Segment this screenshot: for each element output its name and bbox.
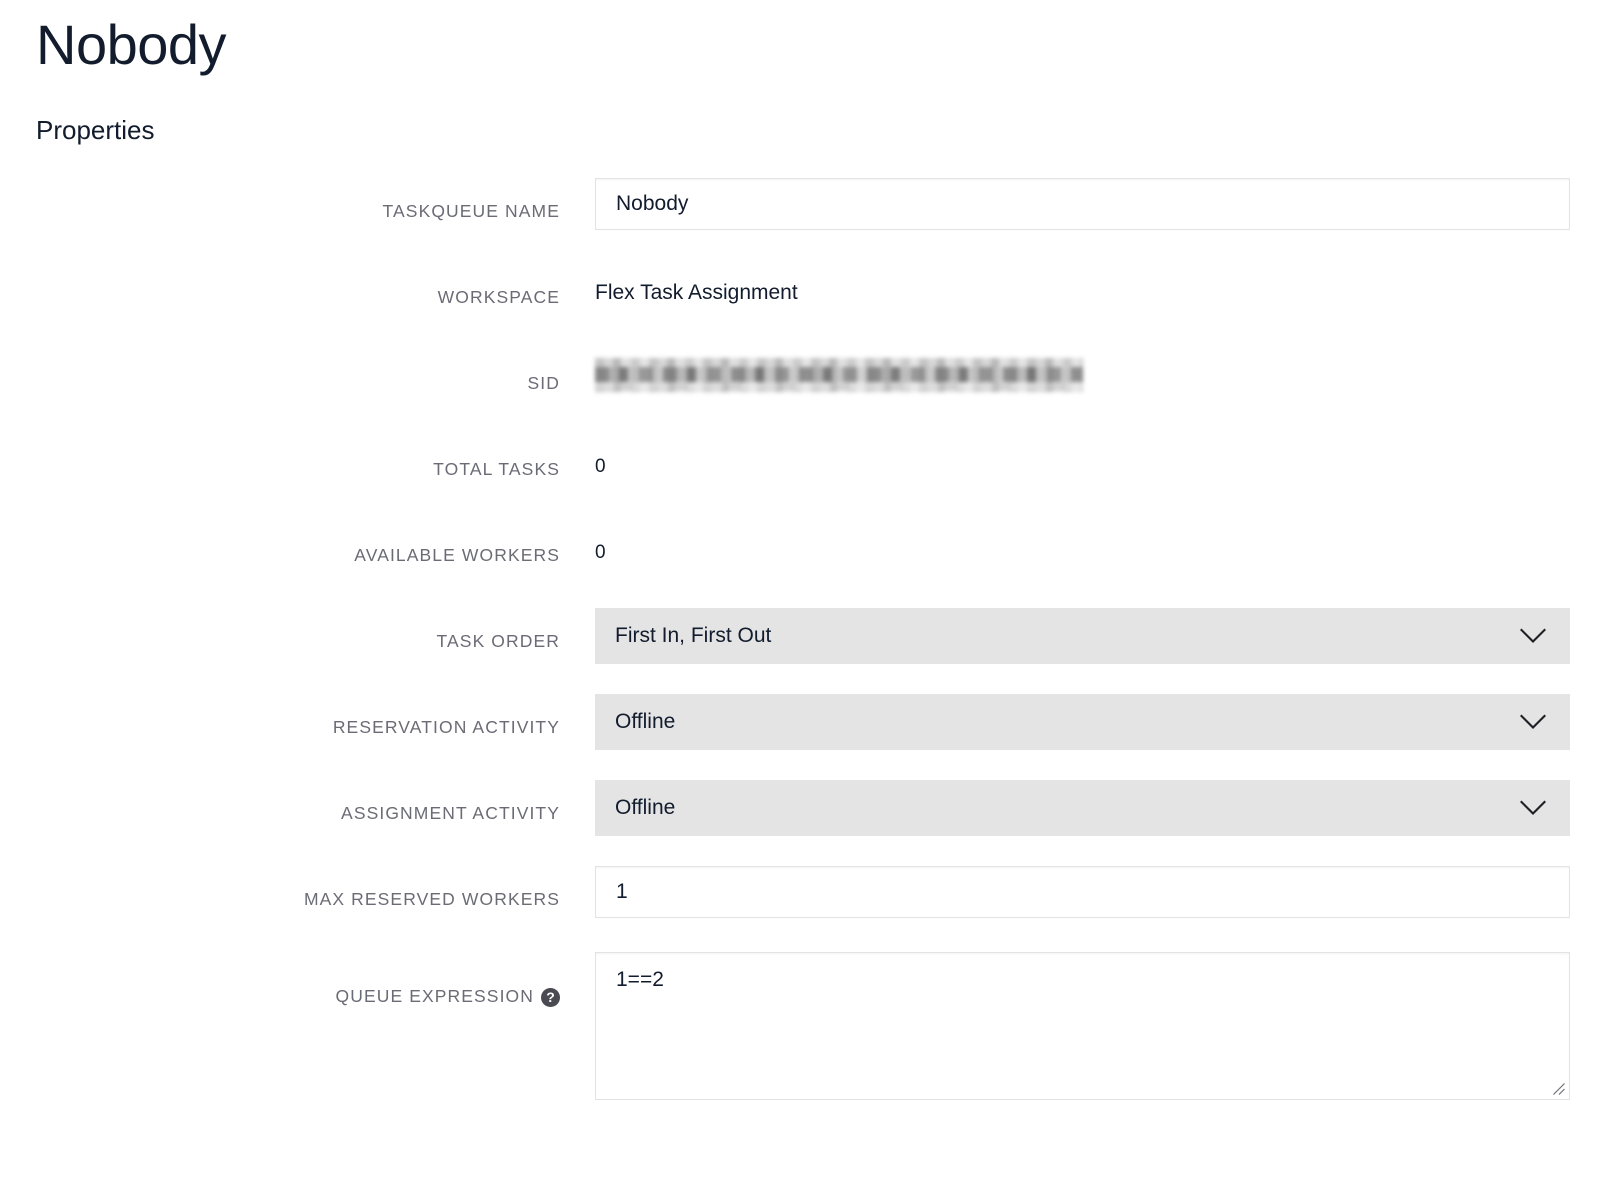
queue-expression-textarea[interactable]: 1==2 — [595, 952, 1570, 1100]
queue-expression-label-text: QUEUE EXPRESSION — [335, 985, 534, 1006]
label-max-reserved-workers: MAX RESERVED WORKERS — [303, 889, 560, 909]
task-order-selected-value: First In, First Out — [615, 624, 772, 647]
label-assignment-activity: ASSIGNMENT ACTIVITY — [341, 803, 560, 823]
reservation-activity-select-wrap: Offline — [595, 694, 1570, 750]
label-taskqueue-name: TASKQUEUE NAME — [382, 201, 560, 221]
help-circle-icon[interactable]: ? — [541, 988, 560, 1007]
label-task-order: TASK ORDER — [436, 631, 560, 651]
field-row-assignment-activity: ASSIGNMENT ACTIVITY Offline — [0, 780, 1608, 866]
field-assignment-activity: Offline — [560, 780, 1608, 836]
field-row-available-workers: AVAILABLE WORKERS 0 — [0, 522, 1608, 608]
page-title: Nobody — [36, 13, 227, 76]
label-queue-expression: QUEUE EXPRESSION ? — [0, 985, 560, 1007]
resize-handle-icon[interactable] — [1551, 1081, 1567, 1097]
label-available-workers: AVAILABLE WORKERS — [354, 545, 560, 565]
label-reservation-activity: RESERVATION ACTIVITY — [332, 717, 560, 737]
field-reservation-activity: Offline — [560, 694, 1608, 750]
label-sid: SID — [527, 373, 560, 393]
field-workspace: Flex Task Assignment — [560, 264, 1608, 303]
field-task-order: First In, First Out — [560, 608, 1608, 664]
task-order-select[interactable]: First In, First Out — [595, 608, 1570, 664]
field-sid — [560, 350, 1608, 392]
taskqueue-properties-page: Nobody Properties TASKQUEUE NAME WORKSPA… — [0, 0, 1608, 1184]
max-reserved-workers-input[interactable] — [595, 866, 1570, 918]
field-row-sid: SID — [0, 350, 1608, 436]
label-total-tasks: TOTAL TASKS — [433, 459, 560, 479]
field-row-max-reserved-workers: MAX RESERVED WORKERS — [0, 866, 1608, 952]
field-row-task-order: TASK ORDER First In, First Out — [0, 608, 1608, 694]
field-row-queue-expression: QUEUE EXPRESSION ? 1==2 — [0, 952, 1608, 1124]
field-available-workers: 0 — [560, 522, 1608, 562]
available-workers-value: 0 — [595, 542, 606, 563]
reservation-activity-selected-value: Offline — [615, 710, 676, 733]
assignment-activity-selected-value: Offline — [615, 796, 676, 819]
field-row-taskqueue-name: TASKQUEUE NAME — [0, 178, 1608, 264]
workspace-value: Flex Task Assignment — [595, 281, 798, 304]
assignment-activity-select-wrap: Offline — [595, 780, 1570, 836]
total-tasks-value: 0 — [595, 456, 606, 477]
queue-expression-textarea-wrap: 1==2 — [595, 952, 1570, 1100]
field-total-tasks: 0 — [560, 436, 1608, 476]
field-row-workspace: WORKSPACE Flex Task Assignment — [0, 264, 1608, 350]
field-row-total-tasks: TOTAL TASKS 0 — [0, 436, 1608, 522]
label-workspace: WORKSPACE — [437, 287, 560, 307]
field-taskqueue-name — [560, 178, 1608, 230]
field-queue-expression: 1==2 — [560, 952, 1608, 1100]
reservation-activity-select[interactable]: Offline — [595, 694, 1570, 750]
section-title: Properties — [36, 115, 155, 145]
assignment-activity-select[interactable]: Offline — [595, 780, 1570, 836]
taskqueue-name-input[interactable] — [595, 178, 1570, 230]
field-row-reservation-activity: RESERVATION ACTIVITY Offline — [0, 694, 1608, 780]
field-max-reserved-workers — [560, 866, 1608, 918]
task-order-select-wrap: First In, First Out — [595, 608, 1570, 664]
sid-value-redacted — [595, 358, 1083, 392]
properties-form: TASKQUEUE NAME WORKSPACE Flex Task Assig… — [0, 178, 1608, 1124]
